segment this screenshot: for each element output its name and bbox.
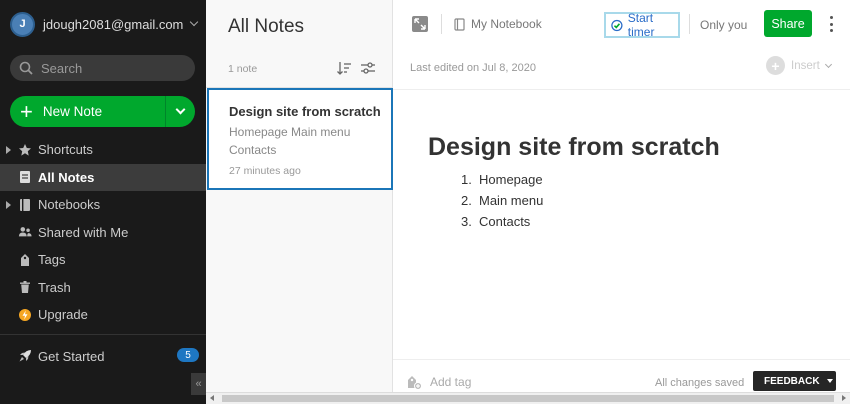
scroll-right-icon[interactable] xyxy=(842,395,846,401)
account-switcher[interactable]: J jdough2081@gmail.com xyxy=(10,11,199,37)
get-started-label: Get Started xyxy=(38,348,105,364)
upgrade-icon xyxy=(18,308,32,322)
avatar: J xyxy=(10,11,35,37)
sidebar-item-get-started[interactable]: Get Started 5 xyxy=(0,344,206,368)
caret-down-icon xyxy=(826,379,833,383)
tag-add-icon xyxy=(408,376,422,390)
insert-button[interactable]: + Insert xyxy=(766,56,832,75)
search-placeholder: Search xyxy=(41,60,83,76)
list-item-number: 2. xyxy=(461,193,472,208)
expand-caret-icon[interactable] xyxy=(6,145,11,154)
divider xyxy=(689,14,690,34)
list-item[interactable]: 1. Homepage xyxy=(461,169,543,190)
divider xyxy=(0,334,206,335)
note-editor: My Notebook Start timer Only you Share L… xyxy=(393,0,850,404)
note-card-title: Design site from scratch xyxy=(229,104,381,119)
plus-icon: + xyxy=(766,56,785,75)
new-note-button[interactable]: + New Note xyxy=(10,96,195,127)
expand-icon[interactable] xyxy=(412,16,428,32)
plus-icon: + xyxy=(20,98,33,124)
note-card[interactable]: Design site from scratch Homepage Main m… xyxy=(207,88,393,190)
new-note-label: New Note xyxy=(42,104,103,119)
sidebar-item-label: Upgrade xyxy=(38,307,88,323)
sidebar-item-label: Notebooks xyxy=(38,197,101,213)
feedback-button[interactable]: FEEDBACK xyxy=(753,371,836,391)
notebook-icon xyxy=(454,17,465,31)
add-tag-input[interactable]: Add tag xyxy=(406,374,471,390)
list-item-text: Main menu xyxy=(479,193,544,208)
sidebar-item-label: Shortcuts xyxy=(38,142,93,158)
list-item-number: 3. xyxy=(461,214,472,229)
sidebar-item-all-notes[interactable]: All Notes xyxy=(0,163,206,191)
search-input[interactable]: Search xyxy=(10,55,195,81)
note-icon xyxy=(18,170,32,184)
sidebar-item-upgrade[interactable]: Upgrade xyxy=(0,301,206,329)
notebook-icon xyxy=(18,198,32,212)
divider xyxy=(393,359,850,360)
sidebar-item-notebooks[interactable]: Notebooks xyxy=(0,191,206,219)
rocket-icon xyxy=(18,349,32,363)
scroll-left-icon[interactable] xyxy=(210,395,214,401)
tag-icon xyxy=(18,253,32,267)
search-icon xyxy=(19,61,33,75)
list-item-text: Homepage xyxy=(479,172,543,187)
expand-caret-icon[interactable] xyxy=(6,200,11,209)
people-icon xyxy=(18,225,32,239)
chevron-down-icon xyxy=(175,104,186,115)
chevron-down-icon xyxy=(824,60,832,68)
last-edited: Last edited on Jul 8, 2020 xyxy=(410,62,536,74)
feedback-label: FEEDBACK xyxy=(764,375,820,387)
sort-icon[interactable] xyxy=(336,60,352,76)
sidebar-nav: Shortcuts All Notes Notebooks Shared wit… xyxy=(0,136,206,329)
note-list-panel: All Notes 1 note Design site from scratc… xyxy=(206,0,393,404)
sidebar-item-label: Tags xyxy=(38,252,66,268)
sharing-status[interactable]: Only you xyxy=(700,18,747,32)
scrollbar-thumb[interactable] xyxy=(222,395,834,402)
divider xyxy=(441,14,442,34)
sidebar-item-shared-with-me[interactable]: Shared with Me xyxy=(0,219,206,247)
add-tag-placeholder: Add tag xyxy=(430,375,472,389)
sidebar: J jdough2081@gmail.com Search + New Note… xyxy=(0,0,206,404)
note-count: 1 note xyxy=(228,63,258,75)
share-button[interactable]: Share xyxy=(764,10,812,37)
star-icon xyxy=(18,143,32,157)
sidebar-item-label: Shared with Me xyxy=(38,224,129,240)
timer-check-icon xyxy=(611,19,623,31)
insert-label: Insert xyxy=(791,59,820,72)
note-title[interactable]: Design site from scratch xyxy=(428,133,720,162)
save-status: All changes saved xyxy=(655,377,745,389)
filter-icon[interactable] xyxy=(360,60,376,76)
list-item-text: Contacts xyxy=(479,214,531,229)
note-list-title: All Notes xyxy=(228,16,305,37)
notebook-name: My Notebook xyxy=(471,17,542,31)
sidebar-item-trash[interactable]: Trash xyxy=(0,274,206,302)
sidebar-item-label: Trash xyxy=(38,279,71,295)
get-started-badge: 5 xyxy=(177,348,199,362)
start-timer-button[interactable]: Start timer xyxy=(604,11,680,39)
divider xyxy=(393,89,850,90)
trash-icon xyxy=(18,280,32,294)
start-timer-label: Start timer xyxy=(627,11,655,39)
account-email: jdough2081@gmail.com xyxy=(43,16,184,32)
note-card-time: 27 minutes ago xyxy=(229,165,301,177)
list-item-number: 1. xyxy=(461,172,472,187)
sidebar-item-label: All Notes xyxy=(38,169,95,185)
note-body-list[interactable]: 1. Homepage 2. Main menu 3. Contacts xyxy=(461,169,543,232)
more-actions-icon[interactable] xyxy=(830,16,834,32)
chevron-down-icon xyxy=(190,17,199,27)
notebook-selector[interactable]: My Notebook xyxy=(454,17,542,31)
new-note-dropdown-button[interactable] xyxy=(165,96,195,127)
list-item[interactable]: 3. Contacts xyxy=(461,211,543,232)
sidebar-item-tags[interactable]: Tags xyxy=(0,246,206,274)
horizontal-scrollbar[interactable] xyxy=(206,392,850,404)
list-item[interactable]: 2. Main menu xyxy=(461,190,543,211)
note-card-snippet: Homepage Main menu Contacts xyxy=(229,125,351,157)
sidebar-item-shortcuts[interactable]: Shortcuts xyxy=(0,136,206,164)
collapse-sidebar-button[interactable]: « xyxy=(191,373,206,395)
